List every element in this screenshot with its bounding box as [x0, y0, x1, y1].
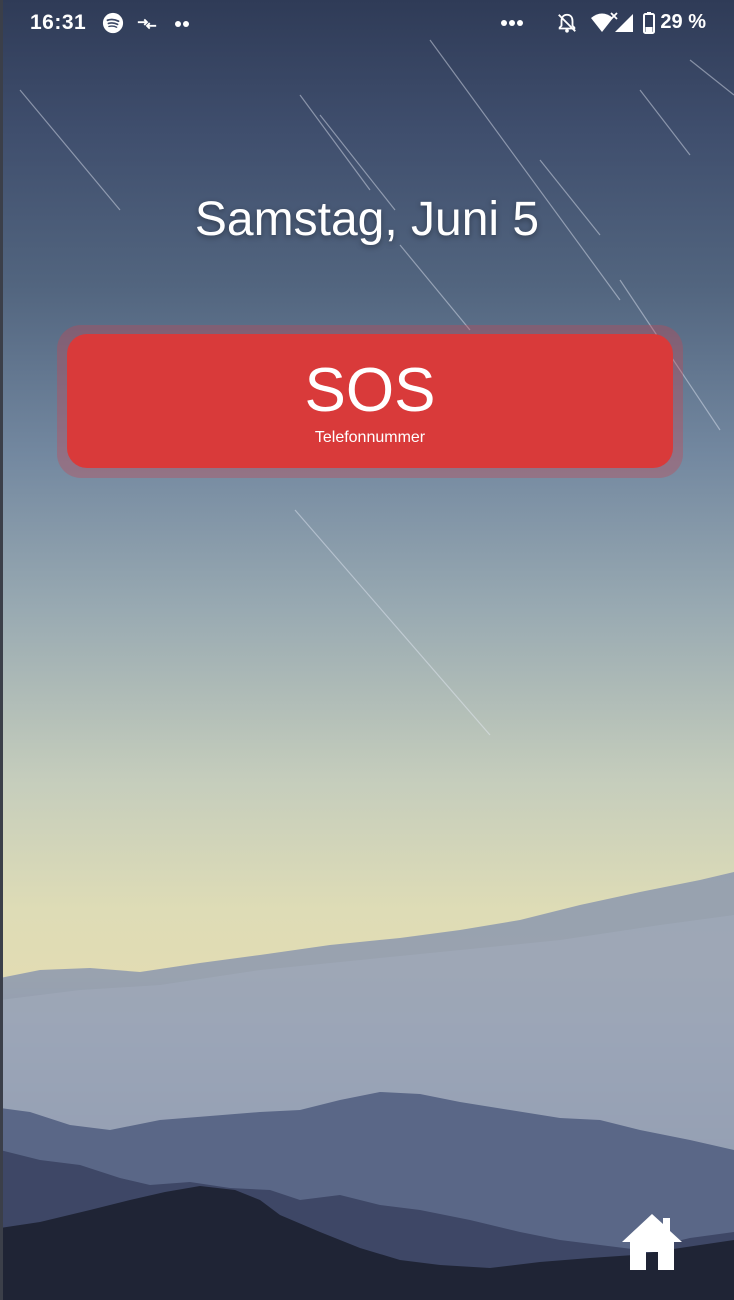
battery-percentage: 29 % [660, 11, 706, 33]
battery-icon [643, 12, 655, 34]
sos-subtitle: Telefonnummer [314, 429, 426, 446]
sos-button[interactable]: SOS Telefonnummer [67, 334, 673, 468]
status-bar: 16:31 29 % [0, 0, 734, 48]
lock-screen: 16:31 29 % Samstag, Juni 5 SOS Telefonnu… [0, 0, 734, 1300]
lockscreen-date: Samstag, Juni 5 [194, 193, 540, 246]
spotify-icon [102, 12, 124, 34]
more-icon [501, 20, 523, 26]
data-transfer-icon [137, 18, 157, 30]
notifications-off-icon [558, 13, 576, 33]
more-notifications-icon [175, 21, 189, 27]
signal-icon [615, 14, 633, 32]
status-time: 16:31 [30, 11, 87, 34]
home-icon[interactable] [620, 1210, 684, 1272]
sos-title: SOS [304, 356, 436, 425]
